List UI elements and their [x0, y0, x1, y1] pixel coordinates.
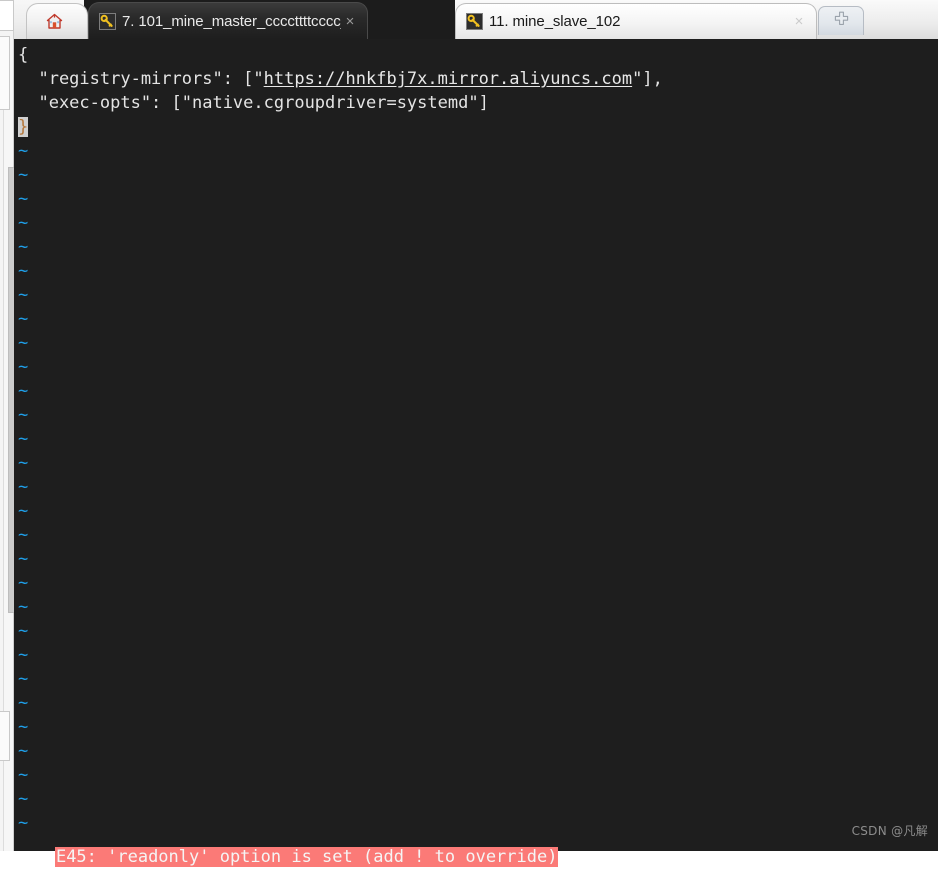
- terminal-empty-line-marker: ~: [18, 235, 938, 259]
- terminal-empty-line-marker: ~: [18, 283, 938, 307]
- tilde-marker: ~: [18, 717, 29, 737]
- tilde-marker: ~: [18, 141, 29, 161]
- terminal-empty-line-marker: ~: [18, 163, 938, 187]
- terminal-text: {: [18, 45, 29, 65]
- tilde-marker: ~: [18, 213, 29, 233]
- terminal-empty-line-marker: ~: [18, 763, 938, 787]
- terminal-empty-line-marker: ~: [18, 523, 938, 547]
- terminal-empty-line-marker: ~: [18, 619, 938, 643]
- terminal-empty-line-marker: ~: [18, 739, 938, 763]
- tab-bar: 7. 101_mine_master_ccccttttcccc_101 × 11…: [0, 0, 938, 39]
- terminal-text: "registry-mirrors": [": [18, 69, 264, 89]
- terminal-empty-line-marker: ~: [18, 691, 938, 715]
- terminal-empty-line-marker: ~: [18, 307, 938, 331]
- tilde-marker: ~: [18, 237, 29, 257]
- terminal-empty-line-marker: ~: [18, 379, 938, 403]
- background-window-edge-top: [0, 0, 14, 31]
- home-icon: [46, 13, 63, 30]
- terminal-text: }: [18, 117, 29, 137]
- terminal-empty-line-marker: ~: [18, 211, 938, 235]
- tilde-marker: ~: [18, 165, 29, 185]
- terminal-empty-line-marker: ~: [18, 571, 938, 595]
- watermark: CSDN @凡解: [851, 824, 928, 838]
- terminal-empty-line-marker: ~: [18, 499, 938, 523]
- tilde-marker: ~: [18, 333, 29, 353]
- plus-icon: [834, 11, 849, 31]
- tilde-marker: ~: [18, 477, 29, 497]
- tab-home[interactable]: [26, 3, 88, 39]
- tilde-marker: ~: [18, 645, 29, 665]
- terminal-code-line: "exec-opts": ["native.cgroupdriver=syste…: [18, 91, 938, 115]
- terminal-empty-line-marker: ~: [18, 643, 938, 667]
- tilde-marker: ~: [18, 549, 29, 569]
- tilde-marker: ~: [18, 453, 29, 473]
- tilde-marker: ~: [18, 285, 29, 305]
- terminal-empty-line-marker: ~: [18, 259, 938, 283]
- terminal-empty-line-marker: ~: [18, 547, 938, 571]
- tilde-marker: ~: [18, 381, 29, 401]
- tab-session-1-label: 7. 101_mine_master_ccccttttcccc_101: [122, 12, 341, 30]
- terminal-content: { "registry-mirrors": ["https://hnkfbj7x…: [18, 43, 938, 851]
- new-tab-button[interactable]: [818, 6, 864, 35]
- tab-session-2-close-icon[interactable]: ×: [790, 14, 808, 29]
- tilde-marker: ~: [18, 501, 29, 521]
- tilde-marker: ~: [18, 309, 29, 329]
- terminal-empty-line-marker: ~: [18, 427, 938, 451]
- status-error-message: E45: 'readonly' option is set (add ! to …: [54, 847, 559, 867]
- terminal-text: "exec-opts": ["native.cgroupdriver=syste…: [18, 93, 489, 113]
- vim-status-line: E45: 'readonly' option is set (add ! to …: [14, 818, 559, 867]
- terminal-screen[interactable]: { "registry-mirrors": ["https://hnkfbj7x…: [14, 39, 938, 851]
- key-icon: [466, 13, 483, 30]
- terminal-code-line: "registry-mirrors": ["https://hnkfbj7x.m…: [18, 67, 938, 91]
- tilde-marker: ~: [18, 573, 29, 593]
- terminal-empty-line-marker: ~: [18, 451, 938, 475]
- tab-session-2-label: 11. mine_slave_102: [489, 13, 621, 30]
- terminal-text: "],: [632, 69, 663, 89]
- terminal-cursor-line: }: [18, 115, 938, 139]
- tab-session-1-close-icon[interactable]: ×: [341, 14, 359, 29]
- terminal-empty-line-marker: ~: [18, 139, 938, 163]
- terminal-code-line: {: [18, 43, 938, 67]
- tilde-marker: ~: [18, 261, 29, 281]
- background-window-edge-bottom: [0, 711, 10, 761]
- tilde-marker: ~: [18, 693, 29, 713]
- tilde-marker: ~: [18, 597, 29, 617]
- terminal-empty-line-marker: ~: [18, 355, 938, 379]
- terminal-empty-line-marker: ~: [18, 331, 938, 355]
- tilde-marker: ~: [18, 429, 29, 449]
- tilde-marker: ~: [18, 741, 29, 761]
- tilde-marker: ~: [18, 789, 29, 809]
- terminal-empty-line-marker: ~: [18, 475, 938, 499]
- terminal-empty-line-marker: ~: [18, 715, 938, 739]
- tilde-marker: ~: [18, 669, 29, 689]
- tab-session-2[interactable]: 11. mine_slave_102 ×: [455, 3, 817, 39]
- background-window-edge-middle: [0, 36, 10, 110]
- terminal-url-text: https://hnkfbj7x.mirror.aliyuncs.com: [263, 69, 633, 89]
- tilde-marker: ~: [18, 525, 29, 545]
- tilde-marker: ~: [18, 765, 29, 785]
- tilde-marker: ~: [18, 189, 29, 209]
- terminal-empty-line-marker: ~: [18, 403, 938, 427]
- tilde-marker: ~: [18, 621, 29, 641]
- tilde-marker: ~: [18, 405, 29, 425]
- terminal-empty-line-marker: ~: [18, 187, 938, 211]
- app-window: 7. 101_mine_master_ccccttttcccc_101 × 11…: [0, 0, 938, 867]
- terminal-empty-line-marker: ~: [18, 667, 938, 691]
- tab-session-1[interactable]: 7. 101_mine_master_ccccttttcccc_101 ×: [88, 2, 368, 39]
- terminal-empty-line-marker: ~: [18, 787, 938, 811]
- tilde-marker: ~: [18, 357, 29, 377]
- terminal-empty-line-marker: ~: [18, 595, 938, 619]
- key-icon: [99, 12, 116, 30]
